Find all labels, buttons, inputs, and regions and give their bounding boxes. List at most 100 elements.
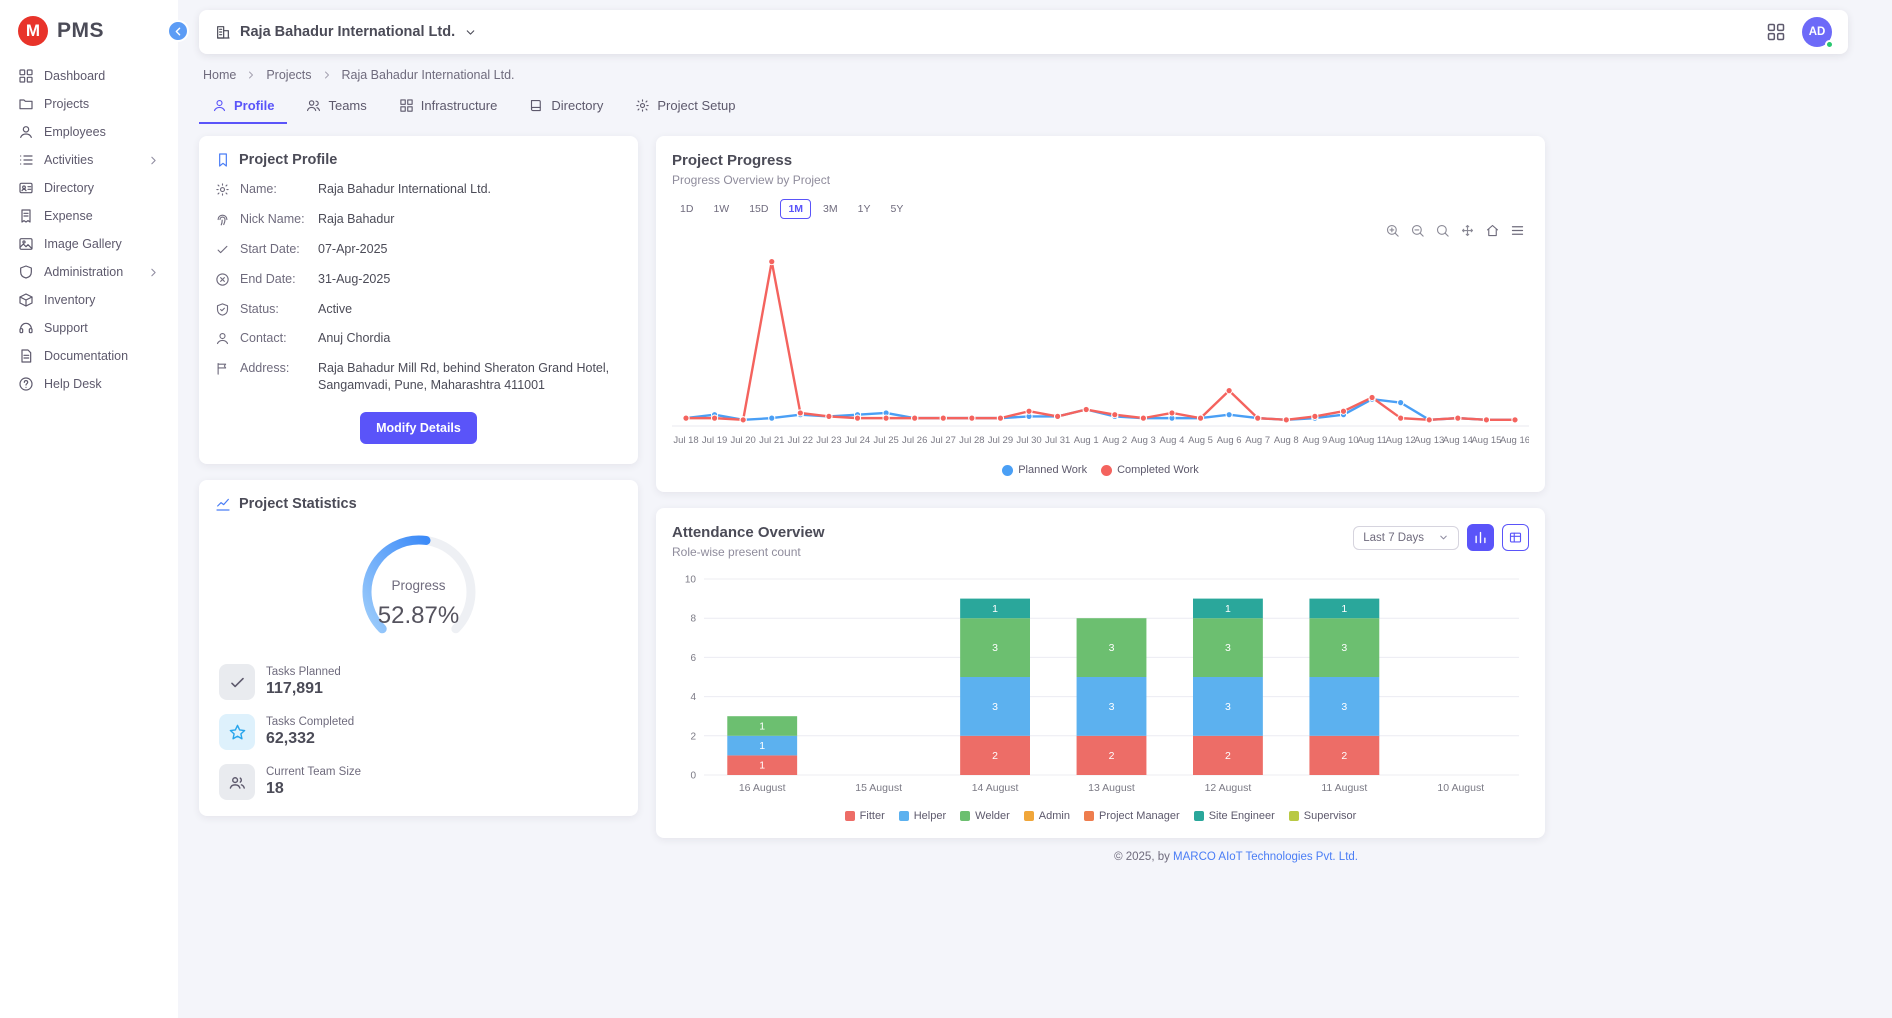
sidebar-item-label: Employees — [44, 125, 106, 139]
stat-label: Tasks Completed — [266, 716, 354, 728]
footer: © 2025, by MARCO AIoT Technologies Pvt. … — [199, 838, 1848, 875]
svg-text:Aug 2: Aug 2 — [1102, 435, 1127, 446]
svg-text:3: 3 — [1341, 701, 1347, 713]
gauge-value: 52.87% — [329, 602, 509, 630]
bar-chart-view-button[interactable] — [1467, 524, 1494, 551]
svg-text:Jul 24: Jul 24 — [845, 435, 870, 446]
headset-icon — [18, 320, 34, 336]
sidebar-item-label: Expense — [44, 209, 93, 223]
range-button-1y[interactable]: 1Y — [850, 199, 879, 219]
legend-item[interactable]: Planned Work — [1002, 464, 1087, 476]
attendance-bar-chart[interactable]: 024681011116 August15 August233114 Augus… — [672, 569, 1529, 806]
team-icon — [219, 764, 255, 800]
stat-label: Tasks Planned — [266, 666, 341, 678]
tab-directory[interactable]: Directory — [516, 90, 616, 124]
legend-marker — [960, 811, 970, 821]
modify-details-button[interactable]: Modify Details — [360, 412, 477, 444]
date-range-select[interactable]: Last 7 Days — [1353, 526, 1459, 550]
svg-text:Jul 30: Jul 30 — [1016, 435, 1041, 446]
select-value: Last 7 Days — [1363, 532, 1424, 544]
svg-text:Aug 15: Aug 15 — [1471, 435, 1501, 446]
table-view-button[interactable] — [1502, 524, 1529, 551]
legend-marker — [1084, 811, 1094, 821]
svg-text:Aug 5: Aug 5 — [1188, 435, 1213, 446]
range-button-1w[interactable]: 1W — [705, 199, 737, 219]
sidebar-item-projects[interactable]: Projects — [0, 90, 178, 118]
range-button-15d[interactable]: 15D — [741, 199, 776, 219]
legend-item[interactable]: Fitter — [845, 810, 885, 822]
svg-text:Jul 29: Jul 29 — [988, 435, 1013, 446]
tab-label: Infrastructure — [421, 98, 498, 113]
tab-teams[interactable]: Teams — [293, 90, 379, 124]
user-avatar[interactable]: AD — [1802, 17, 1832, 47]
legend-item[interactable]: Supervisor — [1289, 810, 1357, 822]
breadcrumb-current: Raja Bahadur International Ltd. — [342, 68, 515, 82]
chevron-right-icon — [147, 266, 160, 279]
range-button-1m[interactable]: 1M — [780, 199, 811, 219]
tab-label: Directory — [551, 98, 603, 113]
tab-infrastructure[interactable]: Infrastructure — [386, 90, 511, 124]
range-button-1d[interactable]: 1D — [672, 199, 701, 219]
breadcrumb-home[interactable]: Home — [203, 68, 236, 82]
sidebar-item-inventory[interactable]: Inventory — [0, 286, 178, 314]
sidebar-item-help-desk[interactable]: Help Desk — [0, 370, 178, 398]
home-reset-icon[interactable] — [1485, 223, 1500, 238]
top-header: Raja Bahadur International Ltd. AD — [199, 10, 1848, 54]
svg-text:3: 3 — [1109, 701, 1115, 713]
legend-item[interactable]: Welder — [960, 810, 1010, 822]
sidebar-item-administration[interactable]: Administration — [0, 258, 178, 286]
star-icon — [219, 714, 255, 750]
legend-item[interactable]: Helper — [899, 810, 946, 822]
legend-item[interactable]: Admin — [1024, 810, 1070, 822]
breadcrumb-projects[interactable]: Projects — [266, 68, 311, 82]
legend-item[interactable]: Completed Work — [1101, 464, 1199, 476]
card-subtitle: Progress Overview by Project — [672, 173, 1529, 187]
sidebar-item-directory[interactable]: Directory — [0, 174, 178, 202]
sidebar-item-activities[interactable]: Activities — [0, 146, 178, 174]
sidebar-item-dashboard[interactable]: Dashboard — [0, 62, 178, 90]
svg-text:Aug 6: Aug 6 — [1217, 435, 1242, 446]
sidebar-item-expense[interactable]: Expense — [0, 202, 178, 230]
receipt-icon — [18, 208, 34, 224]
company-switcher[interactable]: Raja Bahadur International Ltd. — [215, 24, 477, 40]
footer-company-link[interactable]: MARCO AIoT Technologies Pvt. Ltd. — [1173, 851, 1358, 863]
range-button-5y[interactable]: 5Y — [882, 199, 911, 219]
apps-grid-icon[interactable] — [1766, 22, 1786, 42]
field-label: Contact: — [240, 330, 308, 347]
sidebar-item-employees[interactable]: Employees — [0, 118, 178, 146]
selection-zoom-icon[interactable] — [1435, 223, 1450, 238]
sidebar-item-image-gallery[interactable]: Image Gallery — [0, 230, 178, 258]
legend-marker — [845, 811, 855, 821]
field-end-date: End Date: 31-Aug-2025 — [215, 271, 622, 288]
range-button-3m[interactable]: 3M — [815, 199, 846, 219]
field-label: End Date: — [240, 271, 308, 288]
zoom-out-icon[interactable] — [1410, 223, 1425, 238]
stat-value: 62,332 — [266, 730, 354, 748]
app-logo[interactable]: M PMS — [0, 0, 178, 62]
gear-icon — [635, 98, 650, 113]
svg-text:Jul 18: Jul 18 — [673, 435, 698, 446]
avatar-initials: AD — [1809, 26, 1826, 38]
chart-toolbar — [672, 223, 1529, 239]
progress-line-chart[interactable]: Jul 18Jul 19Jul 20Jul 21Jul 22Jul 23Jul … — [672, 239, 1529, 460]
gear-icon — [215, 182, 230, 197]
field-value: Anuj Chordia — [318, 330, 622, 347]
svg-text:2: 2 — [1109, 750, 1115, 762]
tab-profile[interactable]: Profile — [199, 90, 287, 124]
sidebar-collapse-button[interactable] — [167, 20, 189, 42]
bar-chart-legend: Fitter Helper Welder Admin Project Manager Si… — [672, 810, 1529, 822]
pan-icon[interactable] — [1460, 223, 1475, 238]
svg-text:2: 2 — [690, 731, 696, 742]
tab-project-setup[interactable]: Project Setup — [622, 90, 748, 124]
svg-text:Jul 20: Jul 20 — [730, 435, 755, 446]
sidebar-item-support[interactable]: Support — [0, 314, 178, 342]
menu-icon[interactable] — [1510, 223, 1525, 238]
svg-text:Jul 31: Jul 31 — [1045, 435, 1070, 446]
legend-item[interactable]: Site Engineer — [1194, 810, 1275, 822]
zoom-in-icon[interactable] — [1385, 223, 1400, 238]
field-value: Active — [318, 301, 622, 318]
document-icon — [18, 348, 34, 364]
legend-item[interactable]: Project Manager — [1084, 810, 1180, 822]
sidebar-item-documentation[interactable]: Documentation — [0, 342, 178, 370]
svg-text:15 August: 15 August — [855, 782, 902, 794]
